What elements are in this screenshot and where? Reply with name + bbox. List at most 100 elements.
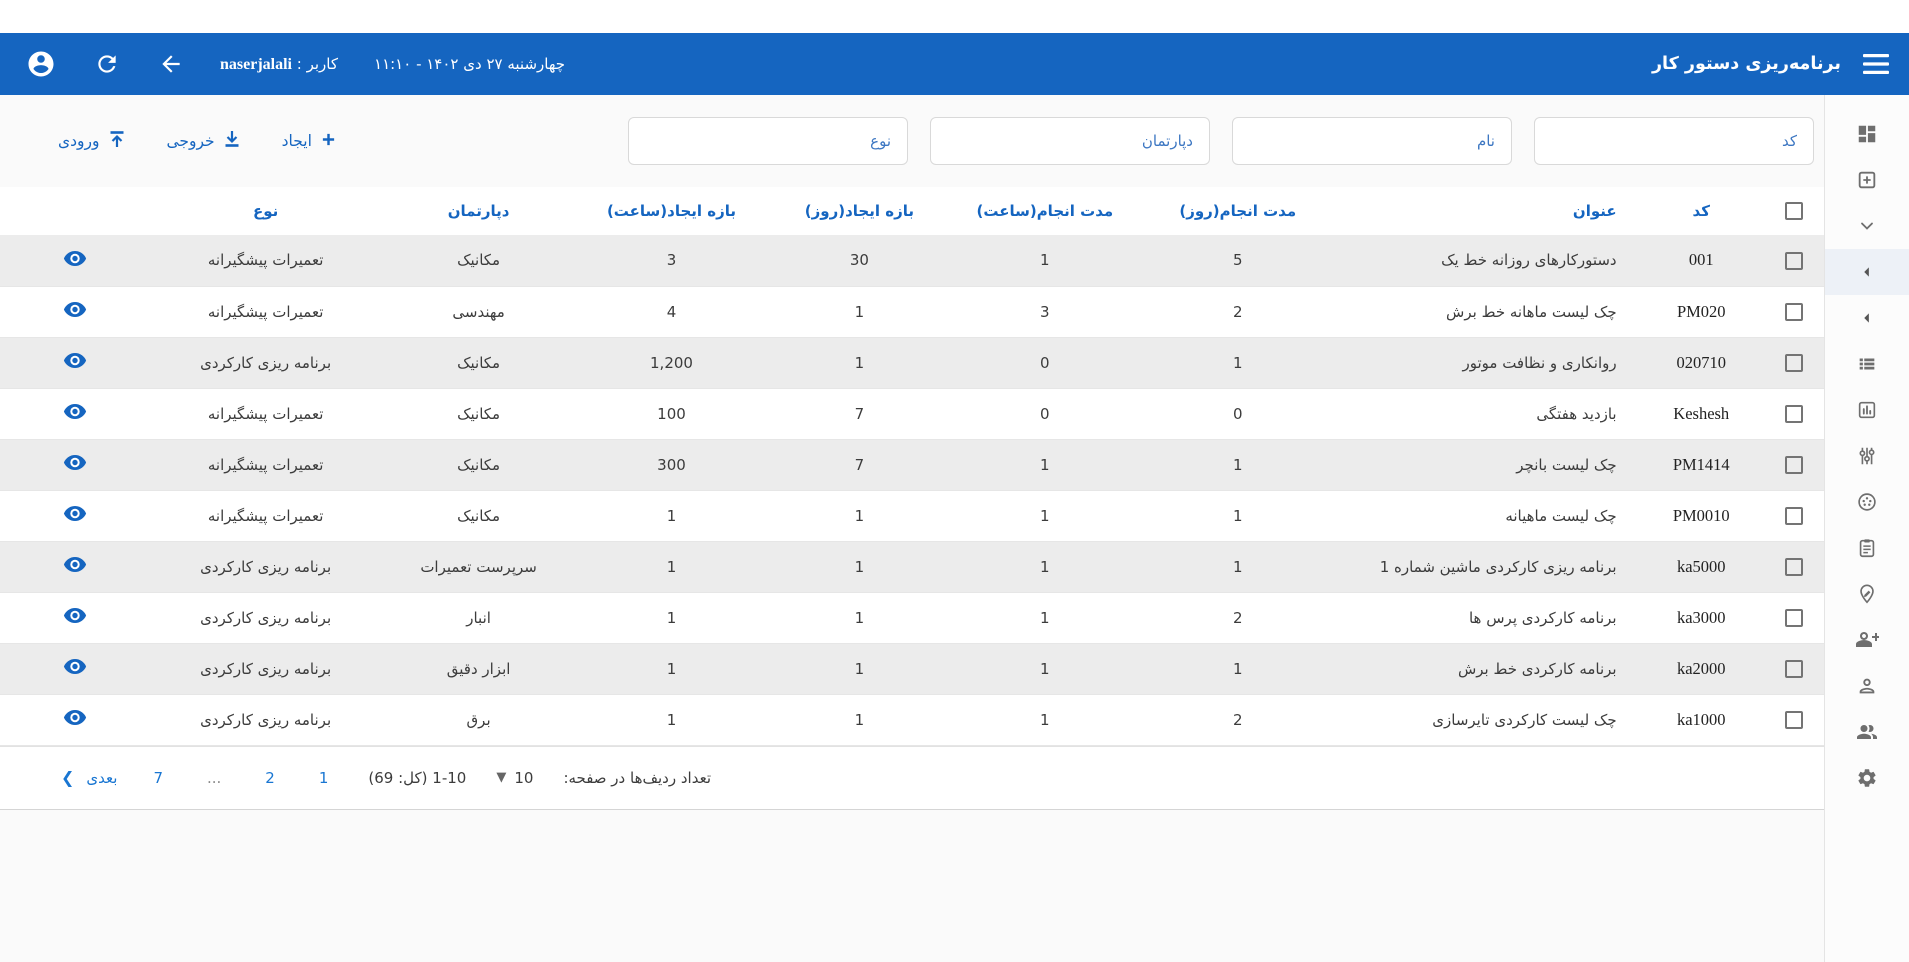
row-checkbox[interactable] (1785, 456, 1803, 474)
dashboard-icon[interactable] (1825, 111, 1909, 157)
view-eye-icon[interactable] (63, 658, 87, 675)
row-actions-cell (0, 643, 150, 694)
page-link-1[interactable]: 1 (319, 769, 329, 787)
row-checkbox[interactable] (1785, 252, 1803, 270)
pagination-bar: تعداد ردیف‌ها در صفحه: 10 ▼ 1-10 (کل: 69… (0, 746, 1824, 810)
row-checkbox[interactable] (1785, 507, 1803, 525)
row-code: ka3000 (1639, 592, 1764, 643)
row-title: بازدید هفتگی (1338, 388, 1639, 439)
people-icon[interactable] (1825, 709, 1909, 755)
row-checkbox[interactable] (1785, 660, 1803, 678)
col-header-int-days[interactable]: بازه ایجاد(روز) (767, 187, 952, 235)
export-button[interactable]: خروجی (161, 129, 246, 153)
row-interval-hours: 1 (576, 490, 766, 541)
next-page-button[interactable]: بعدی ❯ (55, 767, 123, 788)
col-header-int-hours[interactable]: بازه ایجاد(ساعت) (576, 187, 766, 235)
col-header-dur-days[interactable]: مدت انجام(روز) (1138, 187, 1338, 235)
account-circle-icon[interactable] (26, 49, 56, 79)
col-header-title[interactable]: عنوان (1338, 187, 1639, 235)
mini-sidebar (1824, 95, 1909, 962)
type-filter-input[interactable] (628, 117, 908, 165)
row-checkbox[interactable] (1785, 609, 1803, 627)
view-eye-icon[interactable] (63, 556, 87, 573)
row-checkbox-cell (1764, 337, 1824, 388)
select-all-checkbox[interactable] (1785, 202, 1803, 220)
row-interval-hours: 1 (576, 643, 766, 694)
row-type: تعمیرات پیشگیرانه (150, 388, 381, 439)
menu-icon[interactable] (1863, 54, 1889, 74)
view-eye-icon[interactable] (63, 505, 87, 522)
row-checkbox[interactable] (1785, 558, 1803, 576)
collapse-left-icon[interactable] (1825, 249, 1909, 295)
view-eye-icon[interactable] (63, 301, 87, 318)
rows-per-page-label: تعداد ردیف‌ها در صفحه: (563, 769, 711, 787)
col-header-dur-hours[interactable]: مدت انجام(ساعت) (952, 187, 1137, 235)
table-row: ka2000برنامه کارکردی خط برش1111ابزار دقی… (0, 643, 1824, 694)
department-filter-input[interactable] (930, 117, 1210, 165)
user-label: کاربر : naserjalali (220, 55, 338, 74)
pin-edit-icon[interactable] (1825, 571, 1909, 617)
upload-icon (109, 130, 125, 152)
row-title: برنامه کارکردی خط برش (1338, 643, 1639, 694)
rows-per-page-select[interactable]: 10 ▼ (496, 769, 533, 787)
row-type: تعمیرات پیشگیرانه (150, 439, 381, 490)
import-button[interactable]: ورودی (52, 129, 131, 153)
row-checkbox[interactable] (1785, 711, 1803, 729)
list-icon[interactable] (1825, 341, 1909, 387)
row-code: 001 (1639, 235, 1764, 286)
row-interval-days: 1 (767, 694, 952, 745)
row-checkbox-cell (1764, 286, 1824, 337)
row-code: ka2000 (1639, 643, 1764, 694)
bar-chart-icon[interactable] (1825, 387, 1909, 433)
input-svideo-icon[interactable] (1825, 479, 1909, 525)
view-eye-icon[interactable] (63, 250, 87, 267)
collapse-left-icon-2[interactable] (1825, 295, 1909, 341)
chevron-next-icon: ❯ (61, 768, 74, 787)
row-duration-hours: 0 (952, 337, 1137, 388)
row-actions-cell (0, 592, 150, 643)
row-code: 020710 (1639, 337, 1764, 388)
name-filter-input[interactable] (1232, 117, 1512, 165)
row-actions-cell (0, 490, 150, 541)
page-links: 12...7 (153, 769, 328, 787)
chevron-down-icon[interactable] (1825, 203, 1909, 249)
col-header-department[interactable]: دپارتمان (381, 187, 576, 235)
view-eye-icon[interactable] (63, 454, 87, 471)
table-row: PM1414چک لیست بانچر117300مکانیکتعمیرات پ… (0, 439, 1824, 490)
col-header-code[interactable]: کد (1639, 187, 1764, 235)
page-link-2[interactable]: 2 (265, 769, 275, 787)
table-row: PM0010چک لیست ماهیانه1111مکانیکتعمیرات پ… (0, 490, 1824, 541)
person-add-icon[interactable] (1825, 617, 1909, 663)
settings-icon[interactable] (1825, 755, 1909, 801)
row-checkbox-cell (1764, 235, 1824, 286)
row-interval-days: 7 (767, 388, 952, 439)
row-code: ka5000 (1639, 541, 1764, 592)
create-button[interactable]: ایجاد (276, 131, 342, 152)
page-title: برنامه‌ریزی دستور کار (1652, 54, 1841, 74)
person-icon[interactable] (1825, 663, 1909, 709)
refresh-icon[interactable] (94, 51, 120, 77)
row-checkbox[interactable] (1785, 405, 1803, 423)
col-header-type[interactable]: نوع (150, 187, 381, 235)
row-interval-hours: 3 (576, 235, 766, 286)
row-checkbox[interactable] (1785, 354, 1803, 372)
table-row: ka5000برنامه ریزی کارکردی ماشین شماره 11… (0, 541, 1824, 592)
view-eye-icon[interactable] (63, 403, 87, 420)
row-interval-hours: 1 (576, 592, 766, 643)
page-link-7[interactable]: 7 (153, 769, 163, 787)
row-duration-hours: 0 (952, 388, 1137, 439)
row-title: برنامه ریزی کارکردی ماشین شماره 1 (1338, 541, 1639, 592)
user-name: naserjalali (220, 56, 292, 73)
clipboard-icon[interactable] (1825, 525, 1909, 571)
row-duration-days: 1 (1138, 337, 1338, 388)
view-eye-icon[interactable] (63, 709, 87, 726)
table-row: Kesheshبازدید هفتگی007100مکانیکتعمیرات پ… (0, 388, 1824, 439)
back-arrow-icon[interactable] (158, 51, 184, 77)
code-filter-input[interactable] (1534, 117, 1814, 165)
row-checkbox[interactable] (1785, 303, 1803, 321)
add-box-icon[interactable] (1825, 157, 1909, 203)
view-eye-icon[interactable] (63, 607, 87, 624)
sliders-icon[interactable] (1825, 433, 1909, 479)
view-eye-icon[interactable] (63, 352, 87, 369)
row-type: برنامه ریزی کارکردی (150, 541, 381, 592)
